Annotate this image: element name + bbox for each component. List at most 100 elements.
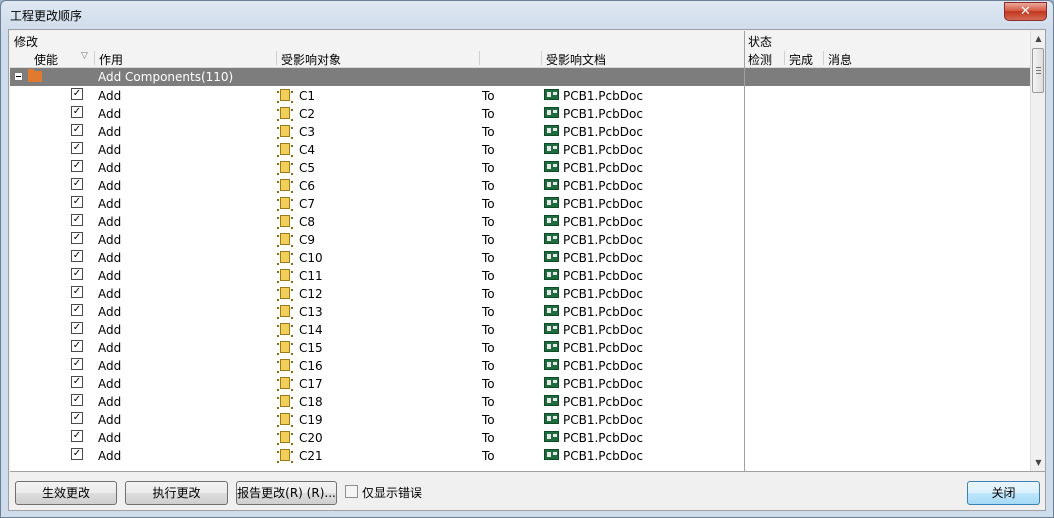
row-object: C16 (299, 359, 323, 373)
table-row[interactable]: ✓ Add C18 To PCB1.PcbDoc (10, 392, 745, 410)
pcb-doc-icon (544, 107, 559, 118)
row-action: Add (98, 215, 122, 229)
group-row-add-components[interactable]: Add Components(110) (10, 68, 1030, 86)
window-title: 工程更改顺序 (10, 9, 83, 23)
table-row[interactable]: ✓ Add C19 To PCB1.PcbDoc (10, 410, 745, 428)
enable-checkbox[interactable]: ✓ (71, 160, 83, 172)
enable-checkbox[interactable]: ✓ (71, 250, 83, 262)
pcb-doc-icon (544, 251, 559, 262)
enable-checkbox[interactable]: ✓ (71, 286, 83, 298)
row-to: To (482, 269, 495, 283)
row-action: Add (98, 251, 122, 265)
enable-checkbox[interactable]: ✓ (71, 340, 83, 352)
component-icon (277, 197, 293, 211)
table-row[interactable]: ✓ Add C11 To PCB1.PcbDoc (10, 266, 745, 284)
col-check[interactable]: 检测 (748, 51, 772, 68)
row-object: C7 (299, 197, 316, 211)
report-changes-button[interactable]: 报告更改(R) (R)... (236, 481, 337, 505)
close-icon: ✕ (1020, 4, 1031, 19)
row-to: To (482, 359, 495, 373)
enable-checkbox[interactable]: ✓ (71, 394, 83, 406)
enable-checkbox[interactable]: ✓ (71, 448, 83, 460)
row-object: C9 (299, 233, 316, 247)
component-icon (277, 215, 293, 229)
enable-checkbox[interactable]: ✓ (71, 304, 83, 316)
row-object: C13 (299, 305, 323, 319)
table-row[interactable]: ✓ Add C8 To PCB1.PcbDoc (10, 212, 745, 230)
table-row[interactable]: ✓ Add C17 To PCB1.PcbDoc (10, 374, 745, 392)
col-action[interactable]: 作用 (99, 51, 123, 68)
table-row[interactable]: ✓ Add C3 To PCB1.PcbDoc (10, 122, 745, 140)
table-row[interactable]: ✓ Add C5 To PCB1.PcbDoc (10, 158, 745, 176)
validate-changes-button[interactable]: 生效更改 (15, 481, 117, 505)
pcb-doc-icon (544, 287, 559, 298)
enable-checkbox[interactable]: ✓ (71, 214, 83, 226)
pcb-doc-icon (544, 269, 559, 280)
table-row[interactable]: ✓ Add C20 To PCB1.PcbDoc (10, 428, 745, 446)
enable-checkbox[interactable]: ✓ (71, 232, 83, 244)
table-row[interactable]: ✓ Add C2 To PCB1.PcbDoc (10, 104, 745, 122)
row-action: Add (98, 107, 122, 121)
enable-checkbox[interactable]: ✓ (71, 142, 83, 154)
col-affected-doc[interactable]: 受影响文档 (546, 51, 606, 68)
table-row[interactable]: ✓ Add C10 To PCB1.PcbDoc (10, 248, 745, 266)
table-row[interactable]: ✓ Add C14 To PCB1.PcbDoc (10, 320, 745, 338)
col-message[interactable]: 消息 (828, 51, 852, 68)
table-row[interactable]: ✓ Add C13 To PCB1.PcbDoc (10, 302, 745, 320)
row-to: To (482, 431, 495, 445)
row-doc: PCB1.PcbDoc (563, 107, 643, 121)
col-done[interactable]: 完成 (789, 51, 813, 68)
enable-checkbox[interactable]: ✓ (71, 322, 83, 334)
table-row[interactable]: ✓ Add C16 To PCB1.PcbDoc (10, 356, 745, 374)
enable-checkbox[interactable]: ✓ (71, 412, 83, 424)
row-action: Add (98, 359, 122, 373)
row-action: Add (98, 179, 122, 193)
row-action: Add (98, 431, 122, 445)
collapse-icon[interactable] (14, 72, 23, 81)
table-row[interactable]: ✓ Add C7 To PCB1.PcbDoc (10, 194, 745, 212)
enable-checkbox[interactable]: ✓ (71, 358, 83, 370)
scroll-down-icon[interactable]: ▼ (1031, 455, 1045, 471)
enable-checkbox[interactable]: ✓ (71, 178, 83, 190)
row-to: To (482, 143, 495, 157)
table-row[interactable]: ✓ Add C21 To PCB1.PcbDoc (10, 446, 745, 464)
row-to: To (482, 233, 495, 247)
enable-checkbox[interactable]: ✓ (71, 268, 83, 280)
scroll-up-icon[interactable]: ▲ (1031, 31, 1045, 47)
pcb-doc-icon (544, 161, 559, 172)
table-row[interactable]: ✓ Add C6 To PCB1.PcbDoc (10, 176, 745, 194)
col-enable[interactable]: 使能 (34, 51, 58, 68)
filter-icon[interactable]: ▽ (81, 51, 88, 61)
enable-checkbox[interactable]: ✓ (71, 124, 83, 136)
enable-checkbox[interactable]: ✓ (71, 106, 83, 118)
component-icon (277, 179, 293, 193)
header-modify: 修改 (14, 35, 39, 49)
show-errors-only-checkbox[interactable] (345, 485, 358, 498)
table-row[interactable]: ✓ Add C1 To PCB1.PcbDoc (10, 86, 745, 104)
enable-checkbox[interactable]: ✓ (71, 376, 83, 388)
row-doc: PCB1.PcbDoc (563, 89, 643, 103)
execute-changes-button[interactable]: 执行更改 (125, 481, 228, 505)
enable-checkbox[interactable]: ✓ (71, 430, 83, 442)
table-row[interactable]: ✓ Add C4 To PCB1.PcbDoc (10, 140, 745, 158)
pcb-doc-icon (544, 89, 559, 100)
pcb-doc-icon (544, 143, 559, 154)
row-object: C15 (299, 341, 323, 355)
row-object: C12 (299, 287, 323, 301)
row-action: Add (98, 143, 122, 157)
row-action: Add (98, 377, 122, 391)
change-rows: ✓ Add C1 To PCB1.PcbDoc ✓ Add C2 To PCB1.PcbDoc ✓ A… (10, 86, 745, 464)
component-icon (277, 143, 293, 157)
window-close-button[interactable]: ✕ (1004, 2, 1047, 21)
col-affected-object[interactable]: 受影响对象 (281, 51, 341, 68)
enable-checkbox[interactable]: ✓ (71, 196, 83, 208)
scroll-thumb[interactable] (1032, 48, 1044, 93)
table-row[interactable]: ✓ Add C9 To PCB1.PcbDoc (10, 230, 745, 248)
enable-checkbox[interactable]: ✓ (71, 88, 83, 100)
table-row[interactable]: ✓ Add C15 To PCB1.PcbDoc (10, 338, 745, 356)
vertical-scrollbar[interactable]: ▲ ▼ (1030, 31, 1045, 471)
row-to: To (482, 323, 495, 337)
pcb-doc-icon (544, 431, 559, 442)
table-row[interactable]: ✓ Add C12 To PCB1.PcbDoc (10, 284, 745, 302)
close-button[interactable]: 关闭 (967, 481, 1040, 505)
